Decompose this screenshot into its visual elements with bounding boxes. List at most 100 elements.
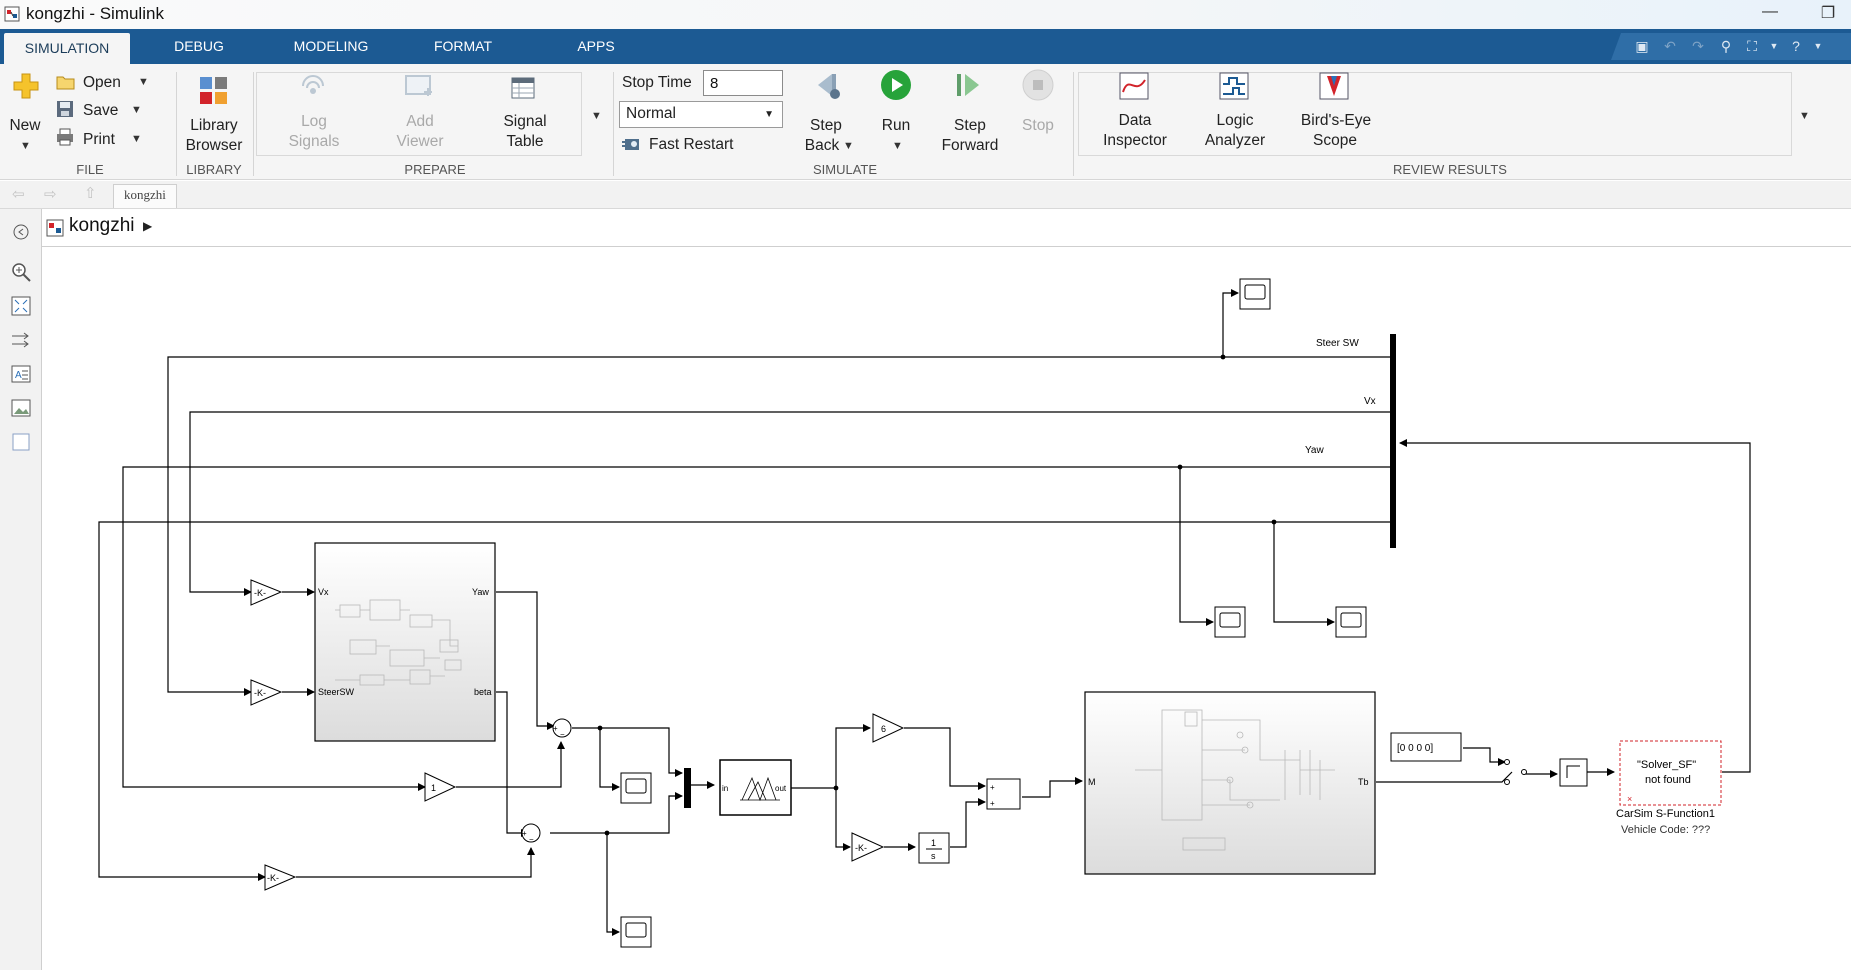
gain-block-one[interactable]: 1 bbox=[424, 772, 457, 802]
vehicle-model-subsystem[interactable]: Vx SteerSW Yaw beta bbox=[314, 542, 496, 742]
signal-table-label-1[interactable]: Signal bbox=[500, 112, 550, 131]
tab-modeling[interactable]: MODELING bbox=[280, 29, 382, 64]
carsim-sfunction-block[interactable]: "Solver_SF" not found × bbox=[1619, 740, 1722, 806]
help-icon[interactable]: ? bbox=[1785, 38, 1807, 56]
constant-block[interactable]: [0 0 0 0] bbox=[1390, 732, 1462, 762]
stop-button[interactable]: Stop bbox=[1018, 116, 1058, 135]
model-tab[interactable]: kongzhi bbox=[113, 184, 177, 208]
chevron-down-icon[interactable]: ▼ bbox=[20, 140, 31, 152]
manual-switch-block[interactable] bbox=[1504, 759, 1527, 785]
minimize-button[interactable]: — bbox=[1750, 3, 1790, 25]
data-inspector-label-1[interactable]: Data bbox=[1110, 111, 1160, 130]
area-icon[interactable] bbox=[10, 431, 32, 453]
integrator-block[interactable]: 1 s bbox=[918, 832, 950, 864]
back-arrow-icon[interactable]: ⇦ bbox=[12, 185, 25, 203]
chevron-down-icon[interactable]: ▼ bbox=[138, 76, 149, 88]
log-signals-label-1[interactable]: Log bbox=[290, 112, 338, 131]
step-back-label-1[interactable]: Step bbox=[806, 116, 846, 135]
library-browser-label-2[interactable]: Browser bbox=[183, 136, 245, 155]
add-viewer-icon bbox=[405, 75, 432, 96]
forward-arrow-icon[interactable]: ⇨ bbox=[44, 185, 57, 203]
gain-block-beta[interactable]: -K- bbox=[264, 864, 297, 891]
chevron-down-icon[interactable]: ▼ bbox=[131, 104, 142, 116]
fit-to-view-icon[interactable] bbox=[10, 295, 32, 317]
tab-format[interactable]: FORMAT bbox=[420, 29, 506, 64]
sum-block-3[interactable]: ++ bbox=[986, 778, 1021, 810]
print-button[interactable]: Print bbox=[83, 130, 115, 149]
zoom-icon[interactable] bbox=[10, 261, 32, 283]
left-tool-strip: A bbox=[0, 209, 42, 970]
save-icon[interactable]: ▣ bbox=[1631, 38, 1653, 56]
scope-block[interactable] bbox=[620, 916, 652, 948]
signal-block[interactable] bbox=[1559, 758, 1588, 787]
restore-button[interactable]: ❐ bbox=[1808, 3, 1848, 25]
screenshot-icon[interactable]: ⛶ bbox=[1741, 38, 1763, 56]
tb-to-switch-line[interactable] bbox=[1376, 771, 1513, 783]
chevron-down-icon[interactable]: ▼ bbox=[1799, 110, 1810, 122]
undo-icon[interactable]: ↶ bbox=[1659, 38, 1681, 56]
bus-selector[interactable] bbox=[1390, 334, 1396, 548]
controller-subsystem[interactable]: M Tb bbox=[1084, 691, 1376, 875]
model-path[interactable]: kongzhi bbox=[69, 215, 135, 237]
step-forward-label-2[interactable]: Forward bbox=[938, 136, 1002, 155]
run-icon[interactable] bbox=[880, 69, 912, 101]
scope-block[interactable] bbox=[1214, 606, 1246, 638]
chevron-down-icon[interactable]: ▼ bbox=[843, 140, 854, 152]
birds-eye-label-2[interactable]: Scope bbox=[1306, 131, 1364, 150]
tab-apps[interactable]: APPS bbox=[560, 29, 632, 64]
gain-block-k2[interactable]: -K- bbox=[851, 832, 885, 862]
library-browser-label-1[interactable]: Library bbox=[185, 116, 243, 135]
model-canvas[interactable]: Steer SW Vx Yaw -K- -K- 1 -K- 6 -K- Vx S… bbox=[42, 248, 1851, 970]
add-viewer-label-2[interactable]: Viewer bbox=[390, 132, 450, 151]
save-button[interactable]: Save bbox=[83, 101, 118, 120]
data-inspector-label-2[interactable]: Inspector bbox=[1100, 131, 1170, 150]
scope-block[interactable] bbox=[620, 772, 652, 804]
chevron-down-icon[interactable]: ▼ bbox=[1807, 41, 1829, 59]
image-icon[interactable] bbox=[10, 397, 32, 419]
scope-block[interactable] bbox=[1239, 278, 1271, 310]
new-button[interactable]: New bbox=[8, 116, 42, 135]
up-arrow-icon[interactable]: ⇧ bbox=[84, 184, 97, 202]
mux-block[interactable] bbox=[684, 768, 691, 808]
library-browser-icon[interactable] bbox=[199, 76, 229, 106]
annotation-icon[interactable]: A bbox=[10, 363, 32, 385]
log-signals-label-2[interactable]: Signals bbox=[286, 132, 342, 151]
branch-yaw-scope[interactable] bbox=[1179, 467, 1214, 626]
scope-block[interactable] bbox=[1335, 606, 1367, 638]
stop-time-input[interactable] bbox=[703, 70, 783, 96]
sum-block-2[interactable]: +− bbox=[521, 823, 541, 844]
redo-icon[interactable]: ↷ bbox=[1687, 38, 1709, 56]
open-button[interactable]: Open bbox=[83, 73, 121, 92]
logic-analyzer-label-2[interactable]: Analyzer bbox=[1200, 131, 1270, 150]
chevron-down-icon[interactable]: ▼ bbox=[131, 133, 142, 145]
tab-debug[interactable]: DEBUG bbox=[160, 29, 238, 64]
signal-arrows-icon[interactable] bbox=[10, 329, 32, 351]
step-forward-label-1[interactable]: Step bbox=[950, 116, 990, 135]
new-icon[interactable] bbox=[10, 70, 42, 102]
sum-block-1[interactable]: +− bbox=[552, 718, 572, 739]
path-expand-icon[interactable]: ▶ bbox=[143, 219, 152, 233]
signal-table-label-2[interactable]: Table bbox=[500, 132, 550, 151]
gain-block-steer[interactable]: -K- bbox=[250, 679, 283, 706]
search-icon[interactable]: ⚲ bbox=[1715, 38, 1737, 56]
chevron-down-icon[interactable]: ▼ bbox=[1763, 41, 1785, 59]
logic-analyzer-label-1[interactable]: Logic bbox=[1210, 111, 1260, 130]
tab-simulation[interactable]: SIMULATION bbox=[4, 33, 130, 64]
branch-scope-right[interactable] bbox=[1273, 522, 1335, 626]
chevron-down-icon[interactable]: ▼ bbox=[591, 110, 602, 122]
hide-browser-icon[interactable] bbox=[10, 221, 32, 243]
chevron-down-icon[interactable]: ▼ bbox=[892, 140, 903, 152]
add-viewer-label-1[interactable]: Add bbox=[396, 112, 444, 131]
beta-output-line[interactable] bbox=[496, 691, 529, 837]
step-back-label-2[interactable]: Back bbox=[802, 136, 842, 155]
simulation-mode-select[interactable]: Normal ▼ bbox=[619, 101, 783, 128]
run-button[interactable]: Run bbox=[876, 116, 916, 135]
feedback-to-bus-line[interactable] bbox=[1399, 439, 1751, 773]
fast-restart-button[interactable]: Fast Restart bbox=[649, 135, 733, 154]
gain-block-six[interactable]: 6 bbox=[872, 713, 905, 743]
branch-top-scope[interactable] bbox=[1222, 289, 1239, 357]
gain-block-vx[interactable]: -K- bbox=[250, 579, 283, 606]
birds-eye-label-1[interactable]: Bird's-Eye bbox=[1296, 111, 1376, 130]
yaw-output-line[interactable] bbox=[496, 591, 555, 730]
fuzzy-controller-block[interactable]: in out bbox=[719, 759, 792, 816]
